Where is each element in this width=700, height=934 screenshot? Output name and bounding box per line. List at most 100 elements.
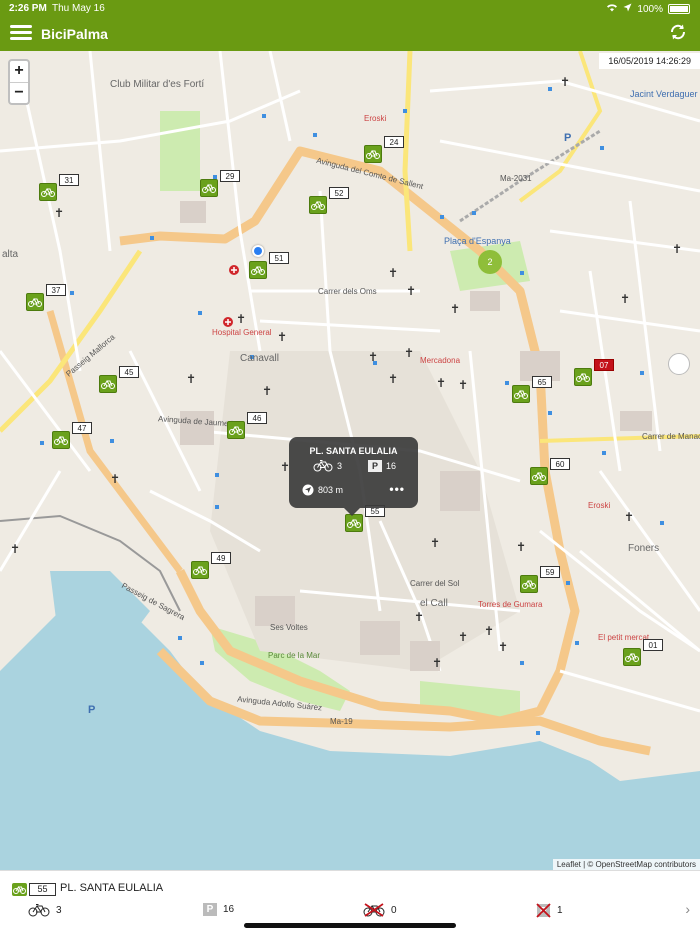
svg-text:✝: ✝ (458, 630, 468, 644)
bicycle-icon (39, 183, 57, 201)
svg-text:✝: ✝ (672, 242, 682, 256)
bicycle-icon (574, 368, 592, 386)
zoom-out-button[interactable]: − (10, 82, 28, 103)
label-ma2031: Ma-2031 (500, 174, 532, 183)
bicycle-icon (512, 385, 530, 403)
bicycle-icon (99, 375, 117, 393)
station-marker-31[interactable]: 31 (39, 174, 79, 201)
bicycle-icon (309, 196, 327, 214)
station-marker-46[interactable]: 46 (227, 412, 267, 439)
svg-text:✝: ✝ (388, 266, 398, 280)
menu-button[interactable] (10, 22, 32, 42)
app-header: 2:26 PM Thu May 16 100% BiciPalma (0, 0, 700, 51)
svg-text:✝: ✝ (516, 540, 526, 554)
svg-text:✝: ✝ (624, 510, 634, 524)
zoom-in-button[interactable]: + (10, 61, 28, 82)
svg-text:✝: ✝ (388, 372, 398, 386)
bicycle-icon (623, 648, 641, 666)
station-marker-65[interactable]: 65 (512, 376, 552, 403)
svg-text:✝: ✝ (406, 284, 416, 298)
svg-text:✝: ✝ (620, 292, 630, 306)
svg-text:✝: ✝ (430, 536, 440, 550)
popup-parking: 16 (386, 460, 397, 471)
station-number: 52 (329, 187, 349, 199)
station-number: 47 (72, 422, 92, 434)
chevron-right-icon[interactable]: › (685, 901, 690, 917)
station-marker-45[interactable]: 45 (99, 366, 139, 393)
label-eroski-top: Eroski (364, 114, 387, 123)
station-marker-55[interactable]: 55 (345, 505, 385, 532)
station-number: 49 (211, 552, 231, 564)
station-marker-37[interactable]: 37 (26, 284, 66, 311)
stat-broken-docks-value: 1 (557, 905, 563, 916)
station-cluster[interactable]: 2 (478, 250, 502, 274)
station-number: 59 (540, 566, 560, 578)
bicycle-icon (52, 431, 70, 449)
station-number: 29 (220, 170, 240, 182)
label-club-militar: Club Militar d'es Fortí (110, 79, 205, 90)
station-marker-52[interactable]: 52 (309, 187, 349, 214)
svg-text:✝: ✝ (186, 372, 196, 386)
label-ma19: Ma-19 (330, 717, 353, 726)
svg-text:P: P (564, 132, 571, 144)
label-hospital: Hospital General (212, 328, 272, 337)
stat-bikes-value: 3 (56, 904, 62, 916)
svg-text:✝: ✝ (450, 302, 460, 316)
popup-bikes: 3 (337, 460, 343, 471)
svg-text:P: P (88, 704, 95, 716)
status-bar: 2:26 PM Thu May 16 100% (0, 0, 700, 18)
navigation-arrow-icon (302, 484, 314, 496)
station-marker-51[interactable]: 51 (249, 252, 289, 279)
label-ses-voltes: Ses Voltes (270, 623, 308, 632)
status-time: 2:26 PM (9, 3, 47, 14)
parking-icon: P (203, 903, 217, 916)
map-view[interactable]: ✝ ✝ ✝ ✝ ✝ ✝ ✝ ✝ ✝ ✝ ✝ ✝ ✝ ✝ ✝ ✝ ✝ ✝ ✝ ✝ ✝ ✝ ✝ ✝ ✝ ✝ ✝ P P … (0, 51, 700, 870)
label-carrer-manacor: Carrer de Manacor (642, 432, 700, 441)
battery-percent: 100% (637, 3, 663, 15)
bicycle-icon (313, 460, 333, 472)
svg-text:✝: ✝ (432, 656, 442, 670)
station-marker-24[interactable]: 24 (364, 136, 404, 163)
broken-bicycle-icon (363, 903, 385, 917)
update-timestamp: 16/05/2019 14:26:29 (599, 53, 700, 69)
station-marker-01[interactable]: 01 (623, 639, 663, 666)
battery-icon (668, 4, 690, 14)
bicycle-icon (200, 179, 218, 197)
more-options-button[interactable]: ••• (389, 482, 405, 496)
status-right: 100% (606, 3, 690, 15)
status-date: Thu May 16 (52, 3, 105, 14)
bicycle-icon (26, 293, 44, 311)
station-number: 46 (247, 412, 267, 424)
home-indicator[interactable] (244, 923, 456, 928)
broken-dock-icon: P (536, 903, 551, 918)
refresh-icon (670, 24, 686, 40)
station-number: 45 (119, 366, 139, 378)
station-marker-49[interactable]: 49 (191, 552, 231, 579)
svg-text:✝: ✝ (54, 206, 64, 220)
label-carrer-oms: Carrer dels Oms (318, 287, 377, 296)
label-torres: Torres de Gumara (478, 600, 543, 609)
bicycle-icon (28, 904, 50, 917)
locate-marker[interactable] (668, 353, 690, 375)
popup-distance-row: 803 m (302, 484, 343, 496)
menu-icon-line (10, 37, 32, 40)
label-eroski-right: Eroski (588, 501, 611, 510)
popup-distance: 803 m (318, 485, 344, 495)
station-detail-panel[interactable]: 55 PL. SANTA EULALIA 3 P 16 0 P 1 › (0, 870, 700, 934)
station-popup[interactable]: PL. SANTA EULALIA 3 P 16 803 m ••• (289, 437, 418, 516)
label-alta: alta (2, 249, 19, 260)
station-marker-59[interactable]: 59 (520, 566, 560, 593)
svg-text:✝: ✝ (414, 610, 424, 624)
map-attribution[interactable]: Leaflet | © OpenStreetMap contributors (552, 859, 700, 870)
popup-availability: 3 P 16 (313, 459, 396, 472)
svg-text:✝: ✝ (560, 75, 570, 89)
station-marker-60[interactable]: 60 (530, 458, 570, 485)
station-number: 24 (384, 136, 404, 148)
station-number: 37 (46, 284, 66, 296)
station-marker-47[interactable]: 47 (52, 422, 92, 449)
svg-text:✝: ✝ (436, 376, 446, 390)
station-number: 65 (532, 376, 552, 388)
station-marker-29[interactable]: 29 (200, 170, 240, 197)
refresh-button[interactable] (668, 22, 690, 44)
station-marker-07[interactable]: 07 (574, 359, 614, 386)
